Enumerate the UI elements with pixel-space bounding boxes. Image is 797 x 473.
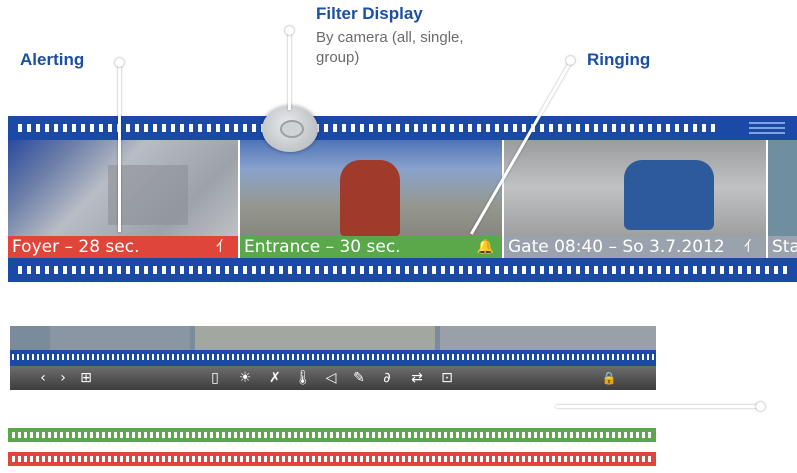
frame-image-gate [624,160,714,230]
toolbar-pointer-dot [756,402,765,411]
camera-snapshot-icon[interactable]: ⊡ [436,366,458,390]
frame-caption-text: Foyer – 28 sec. [12,237,140,257]
frame-caption-text: Sta [772,237,797,257]
bell-icon: 🔔 [476,239,494,255]
green-strip [8,428,656,442]
film-strip-bottom [8,258,797,282]
toolbar-film-holes [12,354,654,360]
green-strip-holes [12,432,652,438]
camera-frame-gate[interactable]: Gate 08:40 – So 3.7.2012 ⺅ [504,140,766,258]
ringing-title: Ringing [587,50,651,69]
frame-caption: Gate 08:40 – So 3.7.2012 ⺅ [504,236,766,258]
temperature-icon[interactable]: 🌡 [294,366,312,390]
film-holes-bottom [18,266,787,274]
thumb-2 [195,326,435,350]
toolbar-pointer-line [556,405,760,408]
switch-icon[interactable]: ⇄ [406,366,428,390]
link-icon[interactable]: ∂ [378,366,396,390]
thumb-1 [50,326,190,350]
alerting-pointer-line [118,62,121,232]
layout-icon[interactable]: ⊞ [76,366,96,390]
filter-display-subtitle-line1: By camera (all, single, [316,29,464,46]
microphone-icon[interactable]: ✎ [350,366,368,390]
activity-icon: ⺅ [216,239,230,255]
light-icon[interactable]: ☀ [236,366,254,390]
red-strip [8,452,656,466]
filter-display-subtitle: By camera (all, single, group) [316,28,464,68]
frame-caption: Entrance – 30 sec. 🔔 [240,236,502,258]
filter-pointer-line [288,30,291,110]
prev-icon[interactable]: ‹ [36,366,50,390]
toolbar-film-band [10,350,656,366]
alerting-pointer-dot [115,58,124,67]
camera-frame-entrance[interactable]: Entrance – 30 sec. 🔔 [240,140,502,258]
frame-image-entrance [340,160,400,236]
speaker-icon[interactable]: ◁ [322,366,340,390]
lock-icon[interactable]: 🔒 [600,366,618,390]
camera-frame-foyer[interactable]: Foyer – 28 sec. ⺅ [8,140,238,258]
camera-dome-icon [280,120,304,138]
toolbar-image-strip [10,326,656,350]
alerting-title: Alerting [20,50,85,69]
activity-icon: ⺅ [744,239,758,255]
frame-caption: Sta [768,236,797,258]
next-icon[interactable]: › [56,366,70,390]
mute-icon[interactable]: ✗ [266,366,284,390]
frame-caption-text: Gate 08:40 – So 3.7.2012 [508,237,725,257]
ringing-pointer-dot [566,56,575,65]
camera-frame-partial[interactable]: Sta [768,140,797,258]
filter-display-title: Filter Display [316,4,423,23]
frame-caption: Foyer – 28 sec. ⺅ [8,236,238,258]
toolbar: ‹ › ⊞ ▯ ☀ ✗ 🌡 ◁ ✎ ∂ ⇄ ⊡ 🔒 [10,366,656,390]
thumb-3 [440,326,656,350]
film-holes-top [18,124,717,132]
filter-camera-button[interactable] [262,106,318,152]
filter-display-subtitle-line2: group) [316,49,360,66]
film-strip-top [8,116,797,140]
door-icon[interactable]: ▯ [206,366,224,390]
filter-pointer-dot [285,26,294,35]
frame-caption-text: Entrance – 30 sec. [244,237,401,257]
red-strip-holes [12,456,652,462]
menu-icon[interactable] [749,122,785,134]
